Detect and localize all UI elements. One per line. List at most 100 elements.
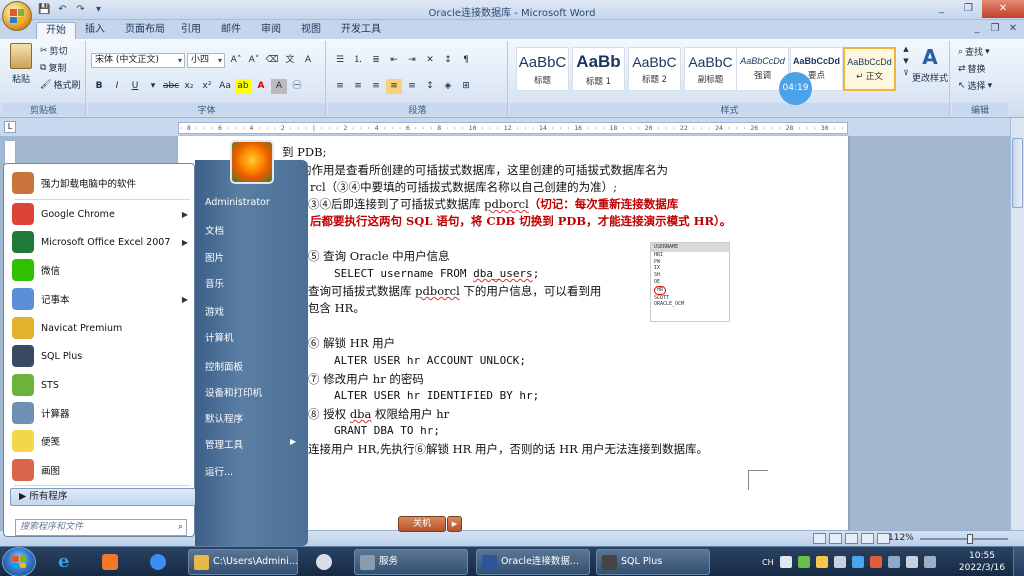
more-styles-icon[interactable]: ⊽	[903, 69, 908, 77]
shading-icon[interactable]: ◈	[440, 79, 456, 94]
start-item-excel[interactable]: Microsoft Office Excel 2007 ▶	[8, 229, 194, 255]
print-layout-icon[interactable]	[813, 533, 826, 544]
phonetic-guide-icon[interactable]: 文	[282, 53, 298, 68]
tab-review[interactable]: 审阅	[252, 22, 290, 39]
place-computer[interactable]: 计算机	[205, 330, 234, 344]
security-icon[interactable]	[869, 556, 882, 568]
user-avatar[interactable]	[230, 140, 274, 184]
grow-font-icon[interactable]: A˄	[228, 53, 244, 68]
doc-minimize-icon[interactable]: _	[970, 22, 984, 36]
bluetooth-icon[interactable]	[851, 556, 864, 568]
italic-icon[interactable]: I	[109, 79, 125, 94]
minimize-button[interactable]: _	[928, 0, 955, 18]
zoom-level[interactable]: 112%	[888, 533, 914, 543]
start-item-sticky-notes[interactable]: 便笺	[8, 428, 194, 454]
place-default-programs[interactable]: 默认程序	[205, 411, 243, 425]
doc-close-icon[interactable]: ✕	[1006, 22, 1020, 36]
style-heading-1[interactable]: AaBb 标题 1	[572, 47, 625, 91]
tab-home[interactable]: 开始	[36, 22, 76, 39]
bold-icon[interactable]: B	[91, 79, 107, 94]
enclose-char-icon[interactable]: ㊀	[289, 79, 305, 94]
place-documents[interactable]: 文档	[205, 223, 224, 237]
tab-page-layout[interactable]: 页面布局	[116, 22, 174, 39]
increase-indent-icon[interactable]: ⇥	[404, 53, 420, 68]
tab-mailings[interactable]: 邮件	[212, 22, 250, 39]
font-family-select[interactable]: 宋体 (中文正文)	[91, 53, 185, 68]
outline-view-icon[interactable]	[861, 533, 874, 544]
all-programs-button[interactable]: ▶ 所有程序	[10, 488, 196, 506]
taskbar-word[interactable]: Oracle连接数据...	[476, 549, 590, 575]
close-button[interactable]: ✕	[982, 0, 1024, 18]
styles-scroll[interactable]: ▲ ▼ ⊽	[902, 45, 910, 77]
font-color-icon[interactable]: A	[253, 79, 269, 94]
style-subtitle[interactable]: AaBbC 副标题	[684, 47, 737, 91]
select-button[interactable]: ↖ 选择 ▾	[958, 79, 992, 93]
style-heading-2[interactable]: AaBbC 标题 2	[628, 47, 681, 91]
subscript-icon[interactable]: x₂	[181, 79, 197, 94]
start-item-chrome[interactable]: Google Chrome ▶	[8, 201, 194, 227]
numbering-icon[interactable]: ⒈	[350, 53, 366, 68]
format-painter-button[interactable]: 🖌 格式刷	[40, 78, 80, 92]
start-item-notepad[interactable]: 记事本 ▶	[8, 286, 194, 312]
shrink-font-icon[interactable]: A˅	[246, 53, 262, 68]
start-item-uninstaller[interactable]: 强力卸载电脑中的软件	[8, 170, 194, 196]
zoom-slider[interactable]	[920, 538, 1008, 540]
style-title[interactable]: AaBbC 标题	[516, 47, 569, 91]
paste-button[interactable]: 粘贴	[8, 43, 34, 85]
vertical-scrollbar[interactable]	[1010, 118, 1024, 530]
borders-icon[interactable]: ⊞	[458, 79, 474, 94]
search-icon[interactable]: ⌕	[178, 520, 183, 535]
replace-button[interactable]: ⇄ 替换	[958, 62, 986, 76]
scroll-thumb[interactable]	[1012, 138, 1023, 208]
font-size-select[interactable]: 小四	[187, 53, 225, 68]
input-method-icon[interactable]	[797, 556, 810, 568]
ime-icon[interactable]	[779, 556, 792, 568]
place-control-panel[interactable]: 控制面板	[205, 359, 243, 373]
distribute-icon[interactable]: ≡	[404, 79, 420, 94]
superscript-icon[interactable]: x²	[199, 79, 215, 94]
cut-button[interactable]: ✂ 剪切	[40, 44, 68, 58]
justify-icon[interactable]: ≡	[386, 79, 402, 94]
show-hidden-icons-icon[interactable]	[923, 556, 936, 568]
clear-format-icon[interactable]: ⌫	[264, 53, 280, 68]
align-right-icon[interactable]: ≡	[368, 79, 384, 94]
align-center-icon[interactable]: ≡	[350, 79, 366, 94]
show-marks-icon[interactable]: ¶	[458, 53, 474, 68]
restore-button[interactable]: ❐	[955, 0, 982, 18]
char-shading-icon[interactable]: A	[271, 79, 287, 94]
horizontal-ruler[interactable]: · 8 · · · 6 · · · 4 · · · 2 · · · | · · …	[178, 122, 848, 134]
show-desktop-button[interactable]	[1013, 547, 1024, 576]
start-item-paint[interactable]: 画图	[8, 457, 194, 483]
place-administrator[interactable]: Administrator	[205, 197, 270, 208]
scroll-down-icon[interactable]: ▼	[903, 57, 908, 65]
office-button[interactable]	[2, 1, 32, 31]
web-layout-icon[interactable]	[845, 533, 858, 544]
start-item-wechat[interactable]: 微信	[8, 257, 194, 283]
place-admin-tools[interactable]: 管理工具 ▶	[205, 437, 296, 451]
taskbar-sqlplus[interactable]: SQL Plus	[596, 549, 710, 575]
start-button[interactable]	[2, 547, 36, 576]
network-icon[interactable]	[887, 556, 900, 568]
change-styles-button[interactable]: A 更改样式	[910, 45, 950, 84]
doc-restore-icon[interactable]: ❐	[988, 22, 1002, 36]
taskbar-explorer[interactable]: C:\Users\Admini...	[188, 549, 298, 575]
tab-developer[interactable]: 开发工具	[332, 22, 390, 39]
change-case-icon[interactable]: Aa	[217, 79, 233, 94]
shutdown-button[interactable]: 关机	[398, 516, 446, 532]
decrease-indent-icon[interactable]: ⇤	[386, 53, 402, 68]
place-games[interactable]: 游戏	[205, 304, 224, 318]
volume-icon[interactable]	[905, 556, 918, 568]
keyboard-icon[interactable]	[833, 556, 846, 568]
highlight-icon[interactable]: ab	[235, 79, 251, 94]
recorder-pinned[interactable]	[306, 549, 344, 575]
place-pictures[interactable]: 图片	[205, 250, 224, 264]
start-item-sts[interactable]: STS	[8, 372, 194, 398]
ie-pinned[interactable]: e	[48, 549, 86, 575]
tab-insert[interactable]: 插入	[76, 22, 114, 39]
start-item-calculator[interactable]: 计算器	[8, 400, 194, 426]
chinese-layout-icon[interactable]: ✕	[422, 53, 438, 68]
copy-button[interactable]: ⧉ 复制	[40, 61, 66, 75]
emoji-icon[interactable]	[815, 556, 828, 568]
underline-icon[interactable]: U	[127, 79, 143, 94]
start-item-sqlplus[interactable]: SQL Plus	[8, 343, 194, 369]
